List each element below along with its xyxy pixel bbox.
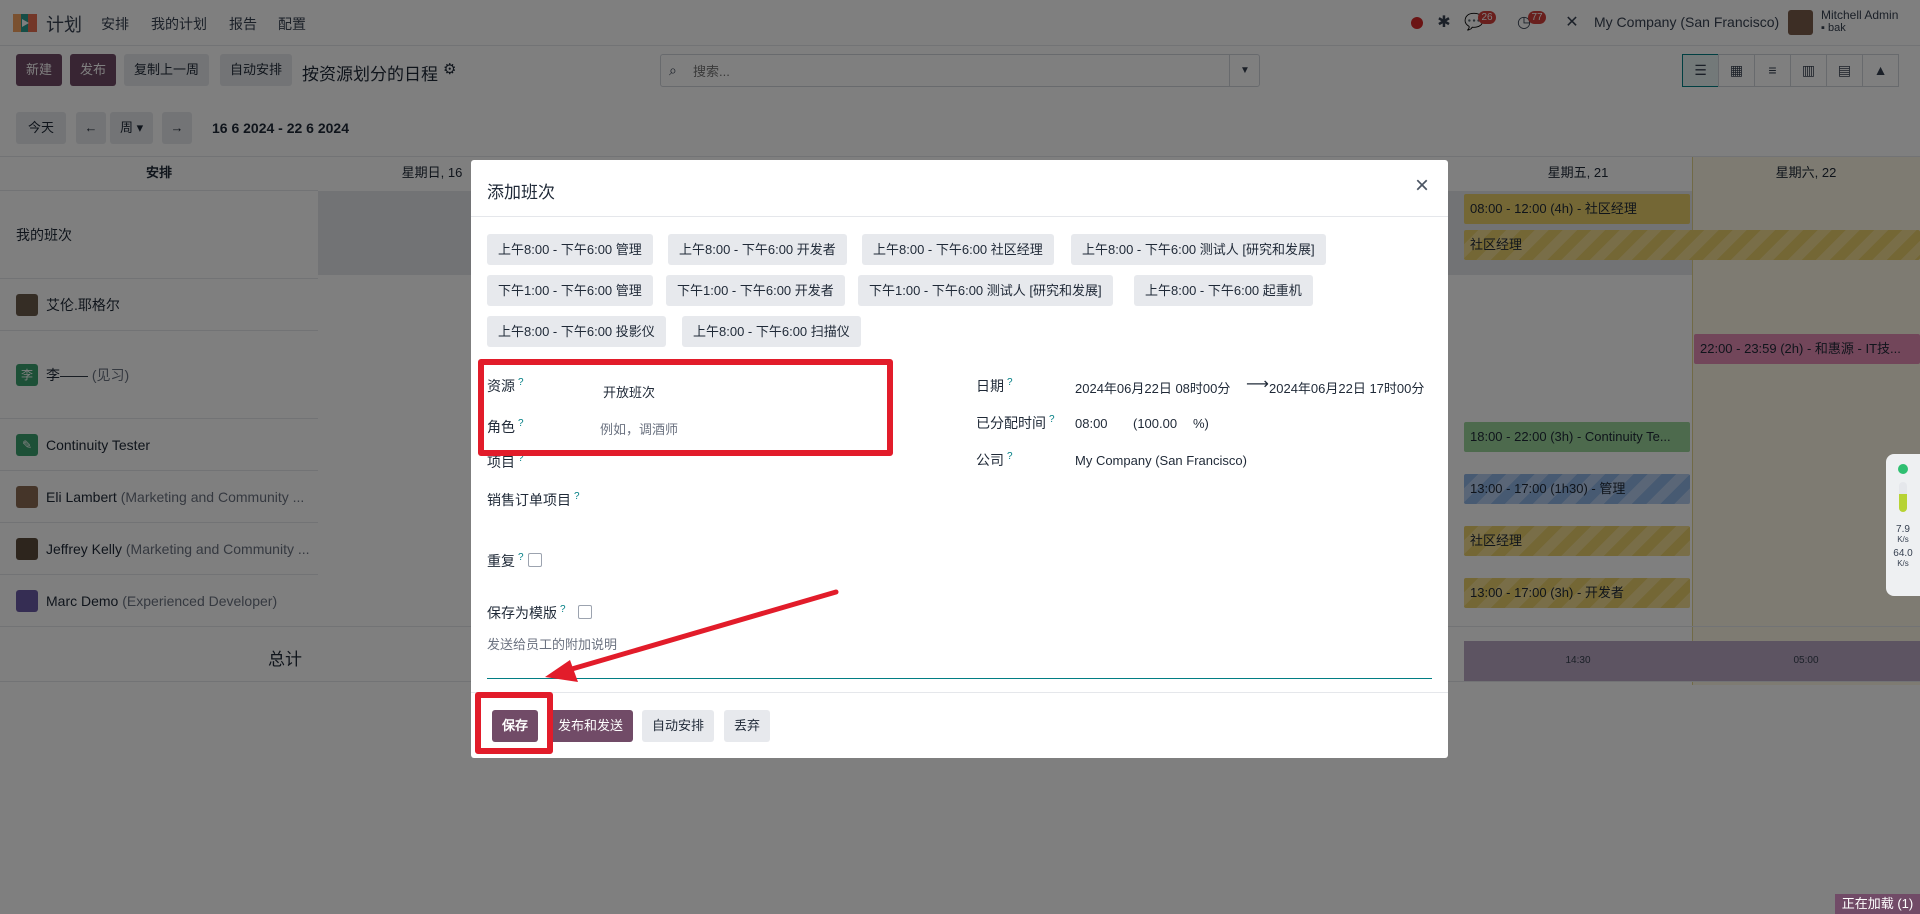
annotation-arrow-icon [545, 589, 839, 682]
